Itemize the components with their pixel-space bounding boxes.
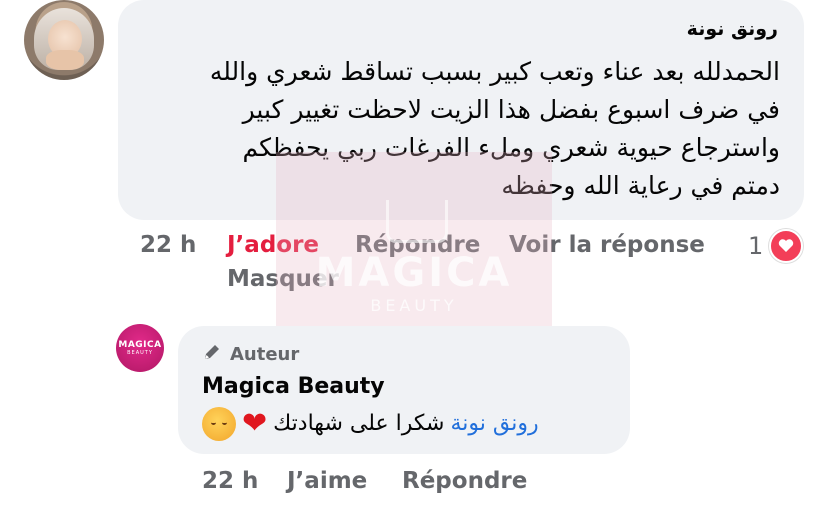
author-badge: Auteur bbox=[202, 342, 299, 367]
reply-author-name[interactable]: Magica Beauty bbox=[202, 374, 385, 399]
avatar-logo-subtext: BEAUTY bbox=[127, 350, 153, 356]
reply-text: رونق نونة شكرا على شهادتك ❤ bbox=[202, 406, 539, 441]
reply-time[interactable]: 22 h bbox=[202, 468, 258, 494]
heart-icon bbox=[769, 229, 804, 263]
reply-reply-button[interactable]: Répondre bbox=[402, 468, 527, 494]
avatar-hands-shape bbox=[46, 50, 84, 70]
smiling-face-with-hearts-emoji-icon bbox=[202, 406, 236, 441]
avatar-logo-text: MAGICA bbox=[118, 340, 162, 350]
comment-line: الحمدلله بعد عناء وتعب كبير بسبب تساقط ش… bbox=[209, 57, 780, 86]
crown-icon bbox=[386, 200, 448, 243]
commenter-avatar[interactable] bbox=[24, 0, 104, 80]
red-heart-emoji-icon: ❤ bbox=[242, 406, 268, 441]
reaction-count: 1 bbox=[748, 232, 764, 260]
reply-bubble: Auteur Magica Beauty رونق نونة شكرا على … bbox=[178, 326, 630, 454]
comment-line: في ضرف اسبوع بفضل هذا الزيت لاحظت تغيير … bbox=[242, 95, 780, 124]
comment-author-name[interactable]: رونق نونة bbox=[687, 18, 778, 40]
author-badge-label: Auteur bbox=[230, 344, 300, 365]
reply-message: شكرا على شهادتك bbox=[273, 411, 445, 436]
page-avatar[interactable]: MAGICA BEAUTY bbox=[116, 324, 164, 372]
like-button[interactable]: J’aime bbox=[287, 468, 367, 494]
watermark-title: MAGICA bbox=[315, 250, 513, 296]
comment-time[interactable]: 22 h bbox=[140, 232, 196, 258]
watermark-subtitle: BEAUTY bbox=[370, 296, 458, 315]
reaction-summary[interactable]: 1 bbox=[748, 229, 804, 263]
pencil-icon bbox=[202, 342, 222, 367]
mention-link[interactable]: رونق نونة bbox=[450, 411, 538, 436]
